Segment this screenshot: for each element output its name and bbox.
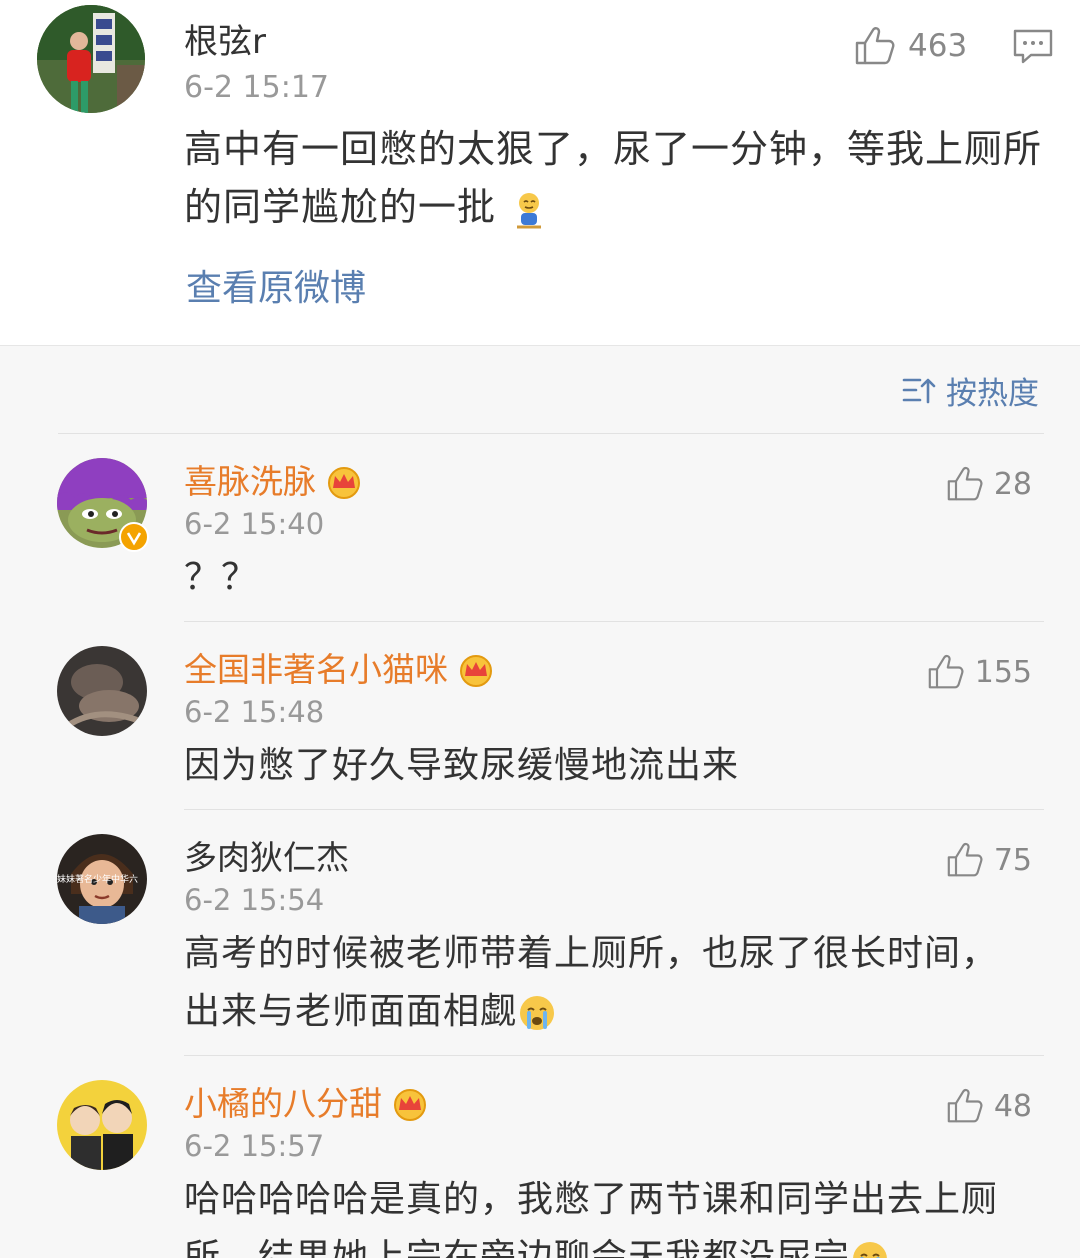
like-icon	[947, 1088, 983, 1123]
comment-icon[interactable]	[1012, 28, 1054, 66]
like-icon	[928, 654, 964, 689]
reply-time: 6-2 15:48	[184, 695, 325, 729]
divider	[58, 433, 1044, 434]
emoji-icon	[853, 1242, 887, 1258]
reply-avatar[interactable]: 妹妹著名少年中华六	[57, 834, 147, 924]
sort-toggle[interactable]: 按热度	[902, 368, 1039, 412]
main-comment-like-button[interactable]: 463	[854, 24, 967, 68]
reply-like-button[interactable]: 75	[946, 838, 1032, 882]
like-icon	[947, 842, 983, 877]
reply-time: 6-2 15:57	[184, 1129, 325, 1163]
reply-like-button[interactable]: 155	[927, 650, 1032, 694]
reply-text: ？？	[184, 557, 259, 598]
reply-author[interactable]: 全国非著名小猫咪	[184, 648, 496, 692]
divider	[184, 809, 1044, 810]
main-comment-text-content: 高中有一回憋的太狠了，尿了一分钟，等我上厕所的同学尴尬的一批	[184, 127, 1043, 229]
reply-author-name: 小橘的八分甜	[184, 1084, 382, 1123]
like-icon	[855, 27, 895, 65]
reply-time: 6-2 15:40	[184, 507, 325, 541]
reply-like-count: 48	[993, 1088, 1032, 1124]
main-comment-author[interactable]: 根弦r	[184, 20, 266, 64]
like-icon	[947, 466, 983, 501]
crown-icon	[460, 655, 492, 687]
reply-avatar[interactable]	[57, 646, 147, 736]
reply-author[interactable]: 多肉狄仁杰	[184, 836, 349, 880]
reply-text: 哈哈哈哈哈是真的，我憋了两节课和同学出去上厕所，结果她上完在旁边聊会天我都没尿完	[184, 1171, 1034, 1258]
divider	[184, 621, 1044, 622]
avatar-caption: 妹妹著名少年中华六	[57, 875, 139, 885]
main-comment-time: 6-2 15:17	[184, 70, 329, 105]
reply-author-name: 多肉狄仁杰	[184, 838, 349, 877]
emoji-icon	[520, 996, 555, 1030]
reply-text-content: 高考的时候被老师带着上厕所，也尿了很长时间，出来与老师面面相觑	[184, 933, 999, 1032]
reply-author-name: 全国非著名小猫咪	[184, 650, 448, 689]
reply-like-count: 28	[993, 466, 1032, 502]
reply-like-count: 75	[993, 842, 1032, 878]
reply-author-name: 喜脉洗脉	[184, 462, 316, 501]
main-comment-avatar[interactable]	[37, 5, 145, 113]
divider	[184, 1055, 1044, 1056]
sort-icon	[902, 378, 936, 404]
reply-like-button[interactable]: 28	[946, 462, 1032, 506]
reply-avatar[interactable]	[57, 1080, 147, 1170]
reply-like-count: 155	[974, 654, 1032, 690]
view-original-link[interactable]: 查看原微博	[186, 264, 366, 314]
reply-text: 因为憋了好久导致尿缓慢地流出来	[184, 745, 740, 786]
crown-icon	[328, 467, 360, 499]
emoji-icon	[517, 192, 542, 228]
verified-badge-icon	[119, 522, 149, 552]
reply-text: 高考的时候被老师带着上厕所，也尿了很长时间，出来与老师面面相觑	[184, 925, 1034, 1041]
crown-icon	[394, 1089, 426, 1121]
main-comment-text: 高中有一回憋的太狠了，尿了一分钟，等我上厕所的同学尴尬的一批	[184, 120, 1054, 236]
main-comment-card: 根弦r 6-2 15:17 463 高中有一回憋的太狠了，尿了一分钟，等我上厕所…	[0, 0, 1080, 346]
sort-label: 按热度	[946, 375, 1039, 412]
reply-author[interactable]: 喜脉洗脉	[184, 460, 364, 504]
reply-author[interactable]: 小橘的八分甜	[184, 1082, 430, 1126]
reply-time: 6-2 15:54	[184, 883, 325, 917]
reply-like-button[interactable]: 48	[946, 1084, 1032, 1128]
main-comment-like-count: 463	[908, 28, 968, 64]
